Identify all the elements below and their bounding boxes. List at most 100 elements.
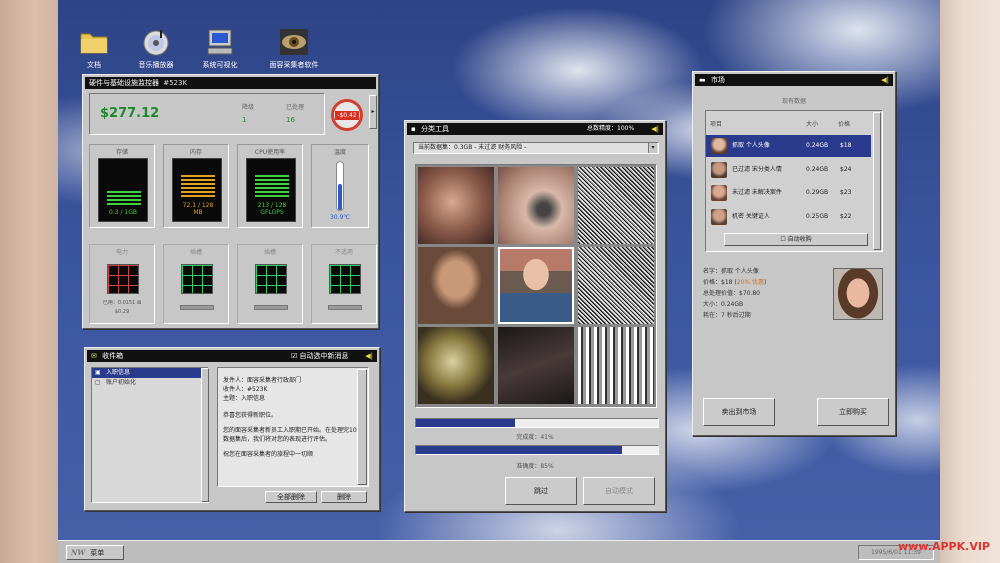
processed-label: 已处理 xyxy=(286,104,305,111)
envelope-icon: ▣ xyxy=(95,369,101,376)
rank-label: 降级 xyxy=(242,104,255,111)
delete-button[interactable]: 删除 xyxy=(321,491,367,503)
desktop-icon-label: 面容采集者软件 xyxy=(269,61,319,69)
auto-select-checkbox[interactable]: ☑ 自动选中新消息 xyxy=(291,350,349,362)
slot-2-indicator xyxy=(180,305,214,310)
message-to: 收件人：#523K xyxy=(223,385,363,394)
sell-to-market-button[interactable]: 卖出到市场 xyxy=(703,398,775,426)
dataset-dropdown[interactable]: 当前数据集：0.3GB - 未过滤 财务风险 - ▾ xyxy=(413,142,659,154)
image-tile-corrupted[interactable] xyxy=(578,167,654,244)
delete-all-button[interactable]: 全部删除 xyxy=(265,491,317,503)
market-row[interactable]: 未过滤 未解决案件 0.29GB $23 xyxy=(706,182,871,204)
market-row[interactable]: 已过滤 宋分类人情 0.24GB $24 xyxy=(706,159,871,181)
image-tile[interactable] xyxy=(418,327,494,404)
slot-4-indicator xyxy=(328,305,362,310)
cpu-label: CPU使用率 xyxy=(254,149,286,156)
accuracy-total: 总数精度：100% xyxy=(587,125,635,132)
inbox-item-label: 账户初始化 xyxy=(106,379,137,386)
window-title: 分类工具 xyxy=(420,125,449,133)
market-row-name: 已过滤 宋分类人情 xyxy=(732,166,782,173)
message-body-2: 您的面容采集者新员工入职期已开始。在处理完10个数据集后，我们将对您的表现进行评… xyxy=(223,427,363,443)
slot-2-label: 插槽 xyxy=(189,249,202,256)
window-title-id: #523K xyxy=(163,79,188,87)
desktop-icon-music-player[interactable]: 音乐播放器 xyxy=(126,28,186,70)
slot-2: 插槽 xyxy=(163,244,229,324)
image-tile-selected[interactable] xyxy=(498,247,574,324)
accuracy-label: 准确度：85% xyxy=(516,463,554,470)
skip-button[interactable]: 跳过 xyxy=(505,477,577,505)
computer-icon xyxy=(205,28,235,56)
market-row-name: 抓取 个人头像 xyxy=(732,142,770,149)
image-tile-corrupted[interactable] xyxy=(578,247,654,324)
auto-select-label: 自动选中新消息 xyxy=(299,352,349,360)
inbox-titlebar[interactable]: ✉ 收件箱 ☑ 自动选中新消息 ◀| xyxy=(87,350,377,362)
market-titlebar[interactable]: ▬ 市场 ◀| xyxy=(695,74,893,86)
hardware-monitor-window: 硬件与基础设施监控器 #523K $277.12 降级 1 已处理 16 -$0… xyxy=(82,74,379,329)
market-list-scrollbar[interactable] xyxy=(873,112,881,250)
detail-price-value: 价格：$18 ( xyxy=(703,279,737,286)
detail-name: 名字：抓取 个人头像 xyxy=(703,268,759,275)
auto-mode-button[interactable]: 自动模式 xyxy=(583,477,655,505)
image-tile[interactable] xyxy=(498,327,574,404)
message-scrollbar[interactable] xyxy=(357,369,367,485)
message-body-1: 恭喜您获得新职位。 xyxy=(223,412,278,419)
market-row-price: $24 xyxy=(840,166,852,173)
market-row-name: 机密 关键证人 xyxy=(732,213,770,220)
column-size: 大小 xyxy=(806,121,819,128)
expand-button[interactable]: ▸ xyxy=(369,95,377,129)
desktop-icon-documents[interactable]: 文档 xyxy=(64,28,124,70)
market-row-size: 0.25GB xyxy=(806,213,829,220)
temperature-meter: 温度 30.9℃ xyxy=(311,144,369,228)
classifier-titlebar[interactable]: ▪ 分类工具 总数精度：100% ◀| xyxy=(407,123,663,135)
avatar xyxy=(711,162,727,178)
buy-now-button[interactable]: 立即购买 xyxy=(817,398,889,426)
from-value: 面容采集者行政部门 xyxy=(247,377,302,384)
image-tile[interactable] xyxy=(578,327,654,404)
available-data-heading: 现有数据 xyxy=(781,98,806,105)
inbox-window: ✉ 收件箱 ☑ 自动选中新消息 ◀| ▣ 入职信息 ▢ 账户初始化 发件人：面容… xyxy=(84,347,380,511)
rank-value: 1 xyxy=(242,116,247,124)
avatar xyxy=(711,138,727,154)
market-row[interactable]: 机密 关键证人 0.25GB $22 xyxy=(706,206,871,228)
market-row-size: 0.29GB xyxy=(806,189,829,196)
desktop-icon-label: 系统可视化 xyxy=(202,61,238,69)
os-logo: NW xyxy=(71,548,86,557)
speaker-icon[interactable]: ◀| xyxy=(881,74,889,86)
power-graph xyxy=(107,264,139,294)
start-menu-button[interactable]: NW 菜单 xyxy=(66,545,124,560)
column-price: 价格 xyxy=(838,121,851,128)
processed-value: 16 xyxy=(286,116,295,124)
market-details: 名字：抓取 个人头像 价格：$18 (20% 优惠) 总处理价值：$70.80 … xyxy=(703,266,823,321)
completion-label: 完成度：41% xyxy=(516,434,554,441)
speaker-icon[interactable]: ◀| xyxy=(365,350,373,362)
accuracy-progress-fill xyxy=(416,446,622,454)
image-tile[interactable] xyxy=(418,247,494,324)
cpu-meter: CPU使用率 213 / 128 GFLOPS xyxy=(237,144,303,228)
power-used: 已用：0.0151 ⊠ xyxy=(102,300,142,306)
image-tile[interactable] xyxy=(498,167,574,244)
speaker-icon[interactable]: ◀| xyxy=(651,123,659,135)
detail-price-end: ) xyxy=(763,279,767,286)
market-row[interactable]: 抓取 个人头像 0.24GB $18 xyxy=(706,135,871,157)
market-row-size: 0.24GB xyxy=(806,142,829,149)
hardware-monitor-titlebar[interactable]: 硬件与基础设施监控器 #523K xyxy=(85,77,376,89)
desktop-icon-system-visualizer[interactable]: 系统可视化 xyxy=(190,28,250,70)
avatar xyxy=(711,209,727,225)
inbox-item[interactable]: ▢ 账户初始化 xyxy=(92,378,208,388)
detail-expire: 耗在：7 秒后过期 xyxy=(703,312,751,319)
message-subject: 主题：入职信息 xyxy=(223,394,363,403)
memory-value: 72.1 / 128 MB xyxy=(182,202,214,216)
temperature-value: 30.9℃ xyxy=(329,214,351,221)
desktop-icon-face-harvester[interactable]: 面容采集者软件 xyxy=(264,28,324,70)
auto-buy-checkbox[interactable]: ☐ 自动收购 xyxy=(724,233,868,246)
desktop-icon-label: 音乐播放器 xyxy=(138,61,174,69)
inbox-item[interactable]: ▣ 入职信息 xyxy=(92,368,208,378)
mail-icon: ✉ xyxy=(91,352,97,360)
slot-3: 插槽 xyxy=(237,244,303,324)
inbox-list-scrollbar[interactable] xyxy=(201,368,209,502)
auto-buy-label: 自动收购 xyxy=(787,236,812,243)
market-icon: ▬ xyxy=(699,76,706,84)
image-tile[interactable] xyxy=(418,167,494,244)
completion-progress xyxy=(415,418,659,428)
memory-label: 内存 xyxy=(189,149,202,156)
